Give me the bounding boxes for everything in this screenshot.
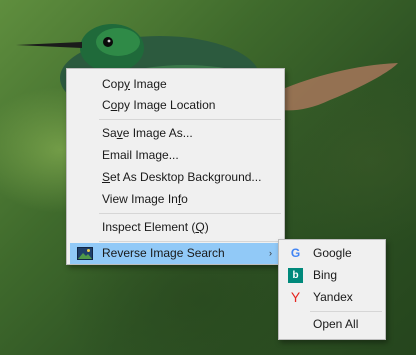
submenu-item-yandex[interactable]: Y Yandex: [282, 287, 382, 308]
view-info-label-a: View Image In: [102, 192, 178, 206]
inspect-accesskey: Q: [195, 220, 205, 234]
submenu-item-google[interactable]: G Google: [282, 243, 382, 264]
menu-separator: [99, 213, 281, 214]
yandex-icon: Y: [290, 289, 301, 305]
menu-separator: [99, 241, 281, 242]
open-all-label: Open All: [313, 317, 359, 331]
inspect-label-b: ): [204, 220, 209, 234]
copy-location-label-b: py Image Location: [117, 98, 216, 112]
google-icon: G: [290, 246, 301, 260]
submenu-item-bing[interactable]: b Bing: [282, 265, 382, 286]
menu-item-set-desktop-background[interactable]: Set As Desktop Background...: [70, 167, 282, 188]
reverse-search-submenu: G Google b Bing Y Yandex Open All: [278, 239, 386, 340]
submenu-separator: [310, 311, 382, 312]
save-image-label-a: Sa: [102, 126, 117, 140]
bing-icon: b: [288, 268, 303, 283]
yandex-label: Yandex: [313, 290, 353, 304]
submenu-item-open-all[interactable]: Open All: [282, 314, 382, 335]
menu-separator: [99, 119, 281, 120]
set-background-label-b: et As Desktop Background...: [110, 170, 262, 184]
menu-item-view-image-info[interactable]: View Image Info: [70, 189, 282, 210]
save-image-label-b: e Image As...: [122, 126, 193, 140]
bing-label: Bing: [313, 268, 338, 282]
menu-item-inspect-element[interactable]: Inspect Element (Q): [70, 217, 282, 238]
menu-item-copy-image[interactable]: Copy Image: [70, 74, 282, 95]
image-icon: [77, 247, 93, 260]
copy-location-label-a: C: [102, 98, 111, 112]
email-image-label-b: e...: [162, 148, 179, 162]
set-background-accesskey: S: [102, 170, 111, 184]
email-image-label-a: Email Ima: [102, 148, 156, 162]
inspect-label-a: Inspect Element (: [102, 220, 196, 234]
copy-image-label-a: Cop: [102, 77, 125, 91]
menu-item-save-image-as[interactable]: Save Image As...: [70, 123, 282, 144]
menu-item-email-image[interactable]: Email Image...: [70, 145, 282, 166]
context-menu: Copy Image Copy Image Location Save Imag…: [66, 68, 285, 265]
view-info-label-b: o: [181, 192, 188, 206]
google-label: Google: [313, 246, 352, 260]
reverse-search-label: Reverse Image Search: [102, 246, 225, 260]
copy-image-label-b: Image: [130, 77, 167, 91]
menu-item-copy-image-location[interactable]: Copy Image Location: [70, 95, 282, 116]
menu-item-reverse-image-search[interactable]: Reverse Image Search ›: [70, 243, 282, 264]
submenu-arrow-icon: ›: [269, 248, 272, 258]
